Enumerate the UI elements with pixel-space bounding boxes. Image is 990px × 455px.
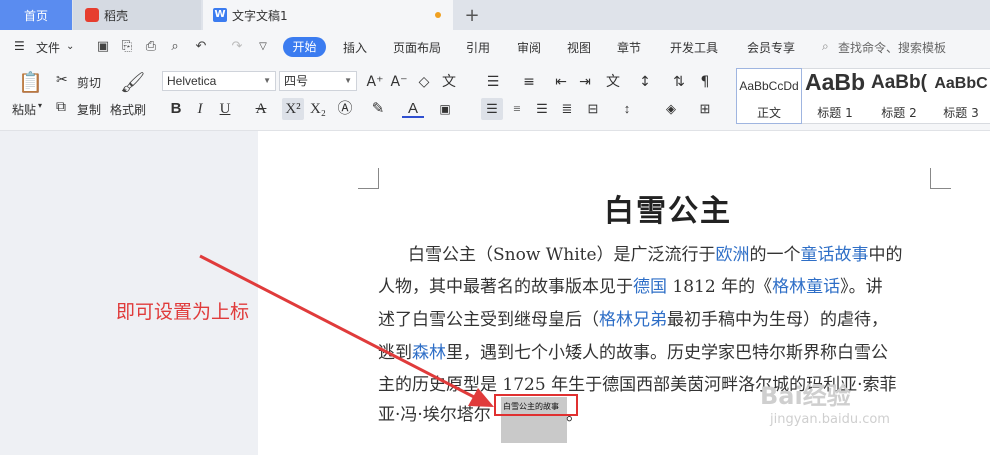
- paste-icon[interactable]: 📋: [18, 70, 43, 94]
- border-icon[interactable]: ⊞: [694, 98, 716, 120]
- chevron-down-icon: ▼: [344, 76, 352, 85]
- font-size-select[interactable]: 四号 ▼: [279, 71, 357, 91]
- paragraph-line-1: 白雪公主（Snow White）是广泛流行于欧洲的一个童话故事中的: [408, 245, 903, 265]
- superscript-icon[interactable]: X²: [282, 98, 304, 120]
- new-tab-button[interactable]: +: [460, 0, 484, 30]
- style-heading-2[interactable]: AaBb( 标题 2: [869, 69, 929, 123]
- search-icon[interactable]: ⌕: [822, 39, 829, 54]
- save-icon[interactable]: ▣: [94, 38, 112, 56]
- menu-developer[interactable]: 开发工具: [670, 39, 718, 56]
- bullet-list-icon[interactable]: ☰: [482, 71, 504, 93]
- tab-home[interactable]: 首页: [0, 0, 72, 30]
- annotation-label: 即可设置为上标: [116, 301, 250, 323]
- menu-review[interactable]: 审阅: [517, 39, 541, 56]
- menu-reference[interactable]: 引用: [466, 39, 490, 56]
- paragraph-line-2: 人物，其中最著名的故事版本见于德国 1812 年的《格林童话》。讲: [378, 277, 883, 297]
- align-left-icon[interactable]: ☰: [481, 98, 503, 120]
- quick-access-more-icon[interactable]: ▽: [254, 38, 272, 56]
- underline-icon[interactable]: U: [214, 98, 236, 120]
- align-right-icon[interactable]: ☰: [531, 98, 553, 120]
- cut-button[interactable]: 剪切: [77, 74, 101, 91]
- justify-icon[interactable]: ≣: [556, 98, 578, 120]
- font-shrink-icon[interactable]: A⁻: [388, 71, 410, 93]
- redo-icon[interactable]: ↷: [228, 38, 246, 56]
- copy-button[interactable]: 复制: [77, 101, 101, 118]
- plus-icon: +: [464, 4, 480, 26]
- copy-icon[interactable]: ⧉: [56, 99, 66, 115]
- tab-document[interactable]: W 文字文稿1: [203, 0, 453, 30]
- command-search-input[interactable]: 查找命令、搜索模板: [838, 39, 946, 56]
- fill-color-icon[interactable]: ◈: [660, 98, 682, 120]
- increase-indent-icon[interactable]: ⇥: [574, 71, 596, 93]
- bold-icon[interactable]: B: [165, 98, 187, 120]
- scissors-icon[interactable]: ✂: [56, 72, 68, 88]
- char-shading-icon[interactable]: ▣: [434, 98, 456, 120]
- link-grimm-brothers[interactable]: 格林兄弟: [599, 310, 667, 330]
- tab-daoke[interactable]: 稻壳: [73, 0, 201, 30]
- menu-start[interactable]: 开始: [283, 37, 326, 57]
- hamburger-icon[interactable]: ☰: [14, 39, 25, 53]
- font-grow-icon[interactable]: A⁺: [364, 71, 386, 93]
- print-icon[interactable]: ⎙: [142, 38, 160, 56]
- paragraph-line-3: 述了白雪公主受到继母皇后（格林兄弟最初手稿中为生母）的虐待，: [378, 310, 888, 330]
- font-color-icon[interactable]: A: [402, 98, 424, 118]
- show-marks-icon[interactable]: ¶: [694, 71, 716, 93]
- link-fairy-tale[interactable]: 童话故事: [801, 245, 869, 265]
- style-normal[interactable]: AaBbCcDd 正文: [736, 68, 802, 124]
- watermark-url: jingyan.baidu.com: [770, 412, 890, 427]
- decrease-indent-icon[interactable]: ⇤: [550, 71, 572, 93]
- chinese-layout-icon[interactable]: 文: [602, 71, 624, 93]
- numbered-list-icon[interactable]: ≡: [518, 71, 540, 93]
- text-direction-icon[interactable]: ↕: [634, 71, 656, 93]
- align-center-icon[interactable]: ≡: [506, 98, 528, 120]
- style-heading-3[interactable]: AaBbC 标题 3: [931, 69, 990, 123]
- subscript-icon[interactable]: X₂: [307, 98, 329, 120]
- menu-view[interactable]: 视图: [567, 39, 591, 56]
- sort-icon[interactable]: ⇅: [668, 71, 690, 93]
- text-effect-icon[interactable]: Ⓐ: [334, 98, 356, 120]
- daoke-logo-icon: [85, 8, 99, 22]
- distribute-icon[interactable]: ⊟: [582, 98, 604, 120]
- file-menu[interactable]: 文件: [36, 39, 60, 56]
- writer-logo-icon: W: [213, 8, 227, 22]
- margin-corner-left: [358, 168, 379, 189]
- margin-corner-right: [930, 168, 951, 189]
- font-name-select[interactable]: Helvetica ▼: [162, 71, 276, 91]
- italic-icon[interactable]: I: [189, 98, 211, 120]
- line-spacing-icon[interactable]: ↕: [616, 98, 638, 120]
- document-title: 白雪公主: [604, 194, 732, 229]
- annotation-highlight-box: [494, 394, 578, 416]
- menu-bar: ☰ 文件 ⌄ ▣ ⎘ ⎙ ⌕ ↶ ↷ ▽ 开始 插入 页面布局 引用 审阅 视图…: [0, 30, 990, 64]
- tab-bar: 首页 稻壳 W 文字文稿1 +: [0, 0, 990, 30]
- style-heading-1[interactable]: AaBb 标题 1: [803, 69, 867, 123]
- paragraph-line-4: 逃到森林里，遇到七个小矮人的故事。历史学家巴特尔斯界称白雪公: [378, 343, 888, 363]
- ribbon-toolbar: 📋 粘贴 ▾ ✂ 剪切 ⧉ 复制 🖌 格式刷 Helvetica ▼ 四号 ▼ A⁺…: [0, 64, 990, 131]
- link-germany[interactable]: 德国: [633, 277, 667, 297]
- style-gallery: AaBbCcDd 正文 AaBb 标题 1 AaBb( 标题 2 AaBbC 标…: [736, 68, 990, 124]
- paragraph-line-6: 亚·冯·埃尔塔尔: [378, 405, 491, 425]
- chevron-down-icon[interactable]: ⌄: [66, 41, 74, 52]
- undo-icon[interactable]: ↶: [192, 38, 210, 56]
- clear-format-icon[interactable]: ◇: [413, 71, 435, 93]
- menu-insert[interactable]: 插入: [343, 39, 367, 56]
- paste-dropdown-icon[interactable]: ▾: [38, 101, 42, 110]
- chevron-down-icon: ▼: [263, 76, 271, 85]
- menu-page-layout[interactable]: 页面布局: [393, 39, 441, 56]
- watermark-logo: Bai经验: [760, 382, 851, 410]
- highlight-icon[interactable]: ✎: [367, 98, 389, 120]
- unsaved-dot-icon: [435, 12, 441, 18]
- menu-section[interactable]: 章节: [617, 39, 641, 56]
- phonetic-icon[interactable]: 文: [438, 71, 460, 93]
- menu-member[interactable]: 会员专享: [747, 39, 795, 56]
- export-icon[interactable]: ⎘: [118, 38, 136, 56]
- link-europe[interactable]: 欧洲: [716, 245, 750, 265]
- format-painter-button[interactable]: 格式刷: [110, 101, 146, 118]
- link-grimm-tales[interactable]: 格林童话: [772, 277, 840, 297]
- link-forest[interactable]: 森林: [412, 343, 446, 363]
- format-painter-icon[interactable]: 🖌: [120, 70, 145, 94]
- print-preview-icon[interactable]: ⌕: [166, 38, 184, 56]
- paste-button[interactable]: 粘贴: [12, 101, 36, 118]
- strikethrough-icon[interactable]: A: [250, 98, 272, 120]
